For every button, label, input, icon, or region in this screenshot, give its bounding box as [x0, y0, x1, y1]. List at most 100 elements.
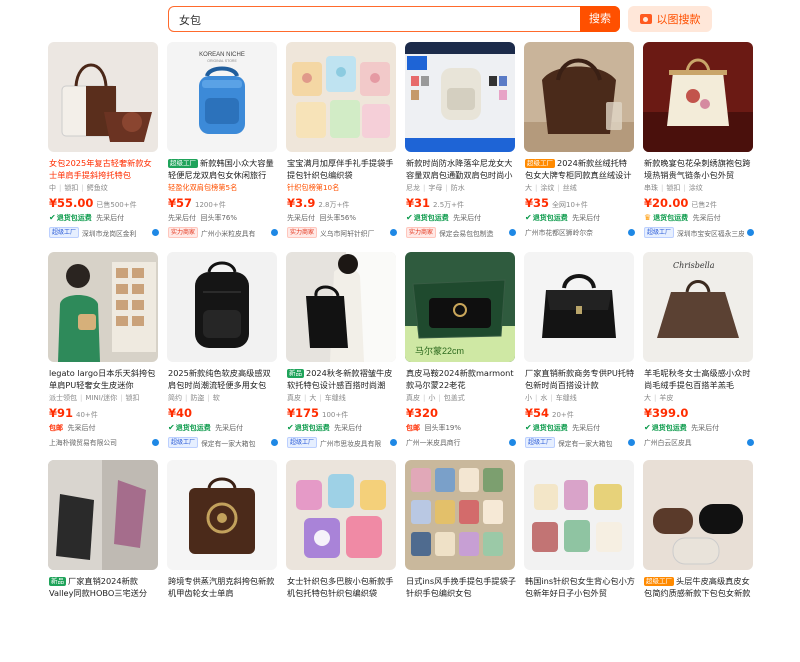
- shop-icon: [747, 229, 754, 236]
- check-icon: ✔: [525, 423, 532, 432]
- product-image[interactable]: [48, 460, 158, 570]
- shop-row[interactable]: 超级工厂 广州市思妆皮具有限: [287, 437, 397, 448]
- product-tags: 派士领包MINI/迷你锁扣: [49, 393, 159, 404]
- product-tags: 中锁扣鳄鱼纹: [49, 183, 159, 194]
- product-title[interactable]: 新品 2024秋冬新款褶皱牛皮软托特包设计感百搭时尚潮: [287, 367, 397, 391]
- product-image[interactable]: [286, 42, 396, 152]
- product-title[interactable]: 女士针织包多巴胺小包新款手机包托特包针织包编织袋: [287, 575, 397, 599]
- product-title[interactable]: 厂家直销新款商务专供PU托特包新时尚百搭设计款: [525, 367, 635, 391]
- product-card[interactable]: 韩国ins针织包女生背心包小方包新年好日子小包外贸: [524, 460, 636, 662]
- shop-badge: 实力商家: [287, 227, 318, 238]
- product-image[interactable]: [167, 252, 277, 362]
- shop-row[interactable]: 实力商家 广州小米粒皮具有: [168, 227, 278, 238]
- product-tags: 尼龙字母防水: [406, 183, 516, 194]
- product-title[interactable]: 超级工厂 头层牛皮高级真皮女包简约质感新款下包包女新款: [644, 575, 754, 599]
- product-card[interactable]: 宝宝满月加厚伴手礼手提袋手提包针织包编织袋 针织包榜第10名 ¥3.9 2.8万+…: [286, 42, 398, 244]
- product-card[interactable]: KOREAN NICHE ORIGINAL STORE 超级工厂 新款韩国小众大容…: [167, 42, 279, 244]
- shop-icon: [390, 229, 397, 236]
- product-title[interactable]: 韩国ins针织包女生背心包小方包新年好日子小包外贸: [525, 575, 635, 599]
- product-image[interactable]: 马尔蒙22cm: [405, 252, 515, 362]
- shop-row[interactable]: 超级工厂深圳市宝安区福永三皮具厂: [644, 227, 754, 238]
- product-card[interactable]: 2025新款纯色软皮高级感双肩包时尚潮流轻便多用女包 简约防盗软 ¥40 ✔退货…: [167, 252, 279, 454]
- product-title[interactable]: 真皮马鞍2024新款marmont款马尔蒙22老花: [406, 367, 516, 391]
- product-card[interactable]: 女士针织包多巴胺小包新款手机包托特包针织包编织袋: [286, 460, 398, 662]
- price: ¥91: [49, 406, 74, 420]
- shop-name: 深圳市龙岗区金利: [82, 229, 137, 238]
- product-image[interactable]: [286, 460, 396, 570]
- price: ¥20.00: [644, 196, 689, 210]
- product-title[interactable]: 新款时尚防水降落伞尼龙女大容量双肩包通勤双肩包时尚小众: [406, 157, 516, 181]
- product-title[interactable]: 羊毛呢秋冬女士高级感小众时尚毛绒手提包百搭羊羔毛: [644, 367, 754, 391]
- product-tags: 小水车缝线: [525, 393, 635, 404]
- price-row: ¥399.0: [644, 406, 691, 420]
- product-card[interactable]: 厂家直销新款商务专供PU托特包新时尚百搭设计款 小水车缝线 ¥5420+件 ✔退…: [524, 252, 636, 454]
- svg-text:KOREAN NICHE: KOREAN NICHE: [199, 52, 245, 58]
- product-image[interactable]: [48, 252, 158, 362]
- product-card[interactable]: legato largo日本乐天斜挎包单肩PU轻奢女生皮迷你 派士领包MINI/…: [48, 252, 160, 454]
- product-card[interactable]: 日式ins风手挽手提包手提袋子针织手包编织女包: [405, 460, 517, 662]
- product-image[interactable]: KOREAN NICHE ORIGINAL STORE: [167, 42, 277, 152]
- product-title[interactable]: 新款晚宴包花朵刺绣旗袍包跨境热销贵气链条小包外贸: [644, 157, 754, 181]
- product-card[interactable]: 跨境专供蒸汽朋克斜挎包新款机甲齿轮女士单肩: [167, 460, 279, 662]
- product-title[interactable]: 日式ins风手挽手提包手提袋子针织手包编织女包: [406, 575, 516, 599]
- product-card[interactable]: 超级工厂 头层牛皮高级真皮女包简约质感新款下包包女新款: [643, 460, 755, 662]
- product-title[interactable]: 跨境专供蒸汽朋克斜挎包新款机甲齿轮女士单肩: [168, 575, 278, 599]
- product-card[interactable]: 新品厂家直销2024新款Valley同款HOBO三宅送分PVC: [48, 460, 160, 662]
- shop-row[interactable]: 超级工厂 深圳市龙岗区金利: [49, 227, 159, 238]
- price-row: ¥3.9 2.8万+件: [287, 196, 350, 210]
- product-image[interactable]: [405, 460, 515, 570]
- shop-badge: 超级工厂: [287, 437, 318, 448]
- price-row: ¥54 20+件: [525, 406, 574, 420]
- search-input[interactable]: 女包 搜索: [168, 6, 620, 32]
- product-tags: 串珠锁扣涂纹: [644, 183, 754, 194]
- product-title[interactable]: 宝宝满月加厚伴手礼手提袋手提包针织包编织袋: [287, 157, 397, 181]
- product-card[interactable]: 女包2025年复古轻奢新款女士单肩手提斜挎托特包 中锁扣鳄鱼纹 ¥55.00已售…: [48, 42, 160, 244]
- check-icon: ✔: [168, 423, 175, 432]
- product-card[interactable]: 新品2024秋冬新款褶皱牛皮软托特包设计感百搭时尚潮 真皮大车缝线 ¥17510…: [286, 252, 398, 454]
- image-search-button[interactable]: 以图搜款: [628, 6, 712, 32]
- shop-row[interactable]: 超级工厂 保定有一家大箱包: [168, 437, 278, 448]
- product-image[interactable]: [286, 252, 396, 362]
- product-image[interactable]: Chrisbella: [643, 252, 753, 362]
- search-button[interactable]: 搜索: [580, 6, 620, 32]
- product-title[interactable]: 女包2025年复古轻奢新款女士单肩手提斜挎托特包: [49, 157, 159, 181]
- shop-row[interactable]: 实力商家 保定会易包包制造: [406, 227, 516, 238]
- shop-row[interactable]: 上海朴微贸易有限公司: [49, 437, 159, 447]
- price-row: ¥40: [168, 406, 195, 420]
- search-query[interactable]: 女包: [179, 12, 201, 28]
- price: ¥320: [406, 406, 439, 420]
- product-title[interactable]: 新品厂家直销2024新款Valley同款HOBO三宅送分PVC: [49, 575, 159, 599]
- shop-icon: [747, 438, 754, 446]
- promo-row: ✔退货包运费 先采后付: [406, 213, 482, 222]
- shop-row[interactable]: 实力商家 义乌市阿轩针织厂: [287, 227, 397, 238]
- shop-icon: [628, 228, 635, 236]
- product-image[interactable]: [48, 42, 158, 152]
- product-card[interactable]: 马尔蒙22cm 真皮马鞍2024新款marmont款马尔蒙22老花 真皮小包盖式…: [405, 252, 517, 454]
- price: ¥57: [168, 196, 193, 210]
- product-title[interactable]: legato largo日本乐天斜挎包单肩PU轻奢女生皮迷你: [49, 367, 159, 391]
- product-card[interactable]: 新款时尚防水降落伞尼龙女大容量双肩包通勤双肩包时尚小众 尼龙字母防水 ¥312.…: [405, 42, 517, 244]
- product-image[interactable]: [405, 42, 515, 152]
- product-card[interactable]: 超级工厂2024新款丝绒托特包女大牌专柜同款真丝绒设计 大涂纹丝绒 ¥35全网1…: [524, 42, 636, 244]
- product-title[interactable]: 超级工厂 新款韩国小众大容量轻便尼龙双肩包女休闲旅行: [168, 157, 278, 181]
- check-icon: ✔: [287, 423, 294, 432]
- sales-count: 已售500+件: [96, 201, 137, 209]
- svg-text:马尔蒙22cm: 马尔蒙22cm: [415, 345, 464, 356]
- shop-row[interactable]: 广州市花都区狮岭尔奈: [525, 227, 635, 237]
- product-title[interactable]: 2025新款纯色软皮高级感双肩包时尚潮流轻便多用女包: [168, 367, 278, 391]
- product-card[interactable]: 新款晚宴包花朵刺绣旗袍包跨境热销贵气链条小包外贸 串珠锁扣涂纹 ¥20.00已售…: [643, 42, 755, 244]
- product-image[interactable]: [643, 42, 753, 152]
- shop-row[interactable]: 超级工厂 保定有一家大箱包: [525, 437, 635, 448]
- product-image[interactable]: [524, 42, 634, 152]
- product-image[interactable]: [167, 460, 277, 570]
- product-image[interactable]: [524, 252, 634, 362]
- product-image[interactable]: [643, 460, 753, 570]
- price-row: ¥20.00 已售2件: [644, 196, 717, 210]
- product-title[interactable]: 超级工厂 2024新款丝绒托特包女大牌专柜同款真丝绒设计: [525, 157, 635, 181]
- price-row: ¥91 40+件: [49, 406, 98, 420]
- product-image[interactable]: [524, 460, 634, 570]
- shop-row[interactable]: 广州白云区皮具: [644, 437, 754, 447]
- shop-row[interactable]: 广州一米皮具商行: [406, 437, 516, 447]
- product-tags: 简约防盗软: [168, 393, 278, 404]
- product-card[interactable]: Chrisbella 羊毛呢秋冬女士高级感小众时尚毛绒手提包百搭羊羔毛 大羊皮 …: [643, 252, 755, 454]
